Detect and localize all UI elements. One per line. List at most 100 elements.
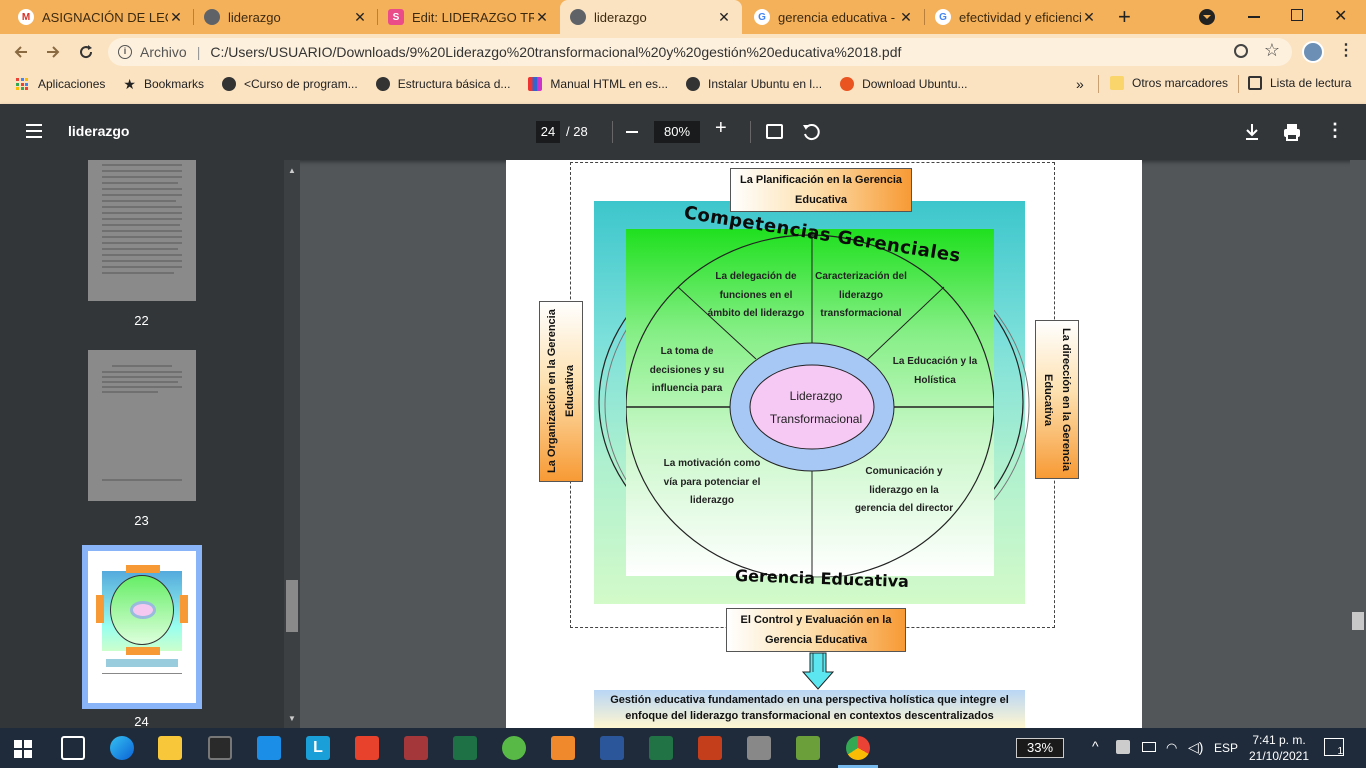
close-icon[interactable]: ✕ — [1081, 9, 1097, 26]
restore-icon[interactable] — [1291, 9, 1303, 21]
thumbnail-page-23[interactable] — [88, 350, 196, 501]
segment-line: liderazgo en la — [869, 484, 939, 496]
address-bar[interactable]: i Archivo | C:/Users/USUARIO/Downloads/9… — [108, 38, 1292, 66]
bookmark-estructura[interactable]: Estructura básica d... — [375, 77, 510, 91]
scroll-up-icon[interactable]: ▲ — [288, 166, 296, 175]
tab-gerencia-educativa[interactable]: G gerencia educativa - B ✕ — [744, 0, 924, 34]
tab-title: ASIGNACIÓN DE LECT — [42, 9, 168, 25]
segment-line: ámbito del liderazgo — [707, 308, 805, 319]
bookmark-manual-html[interactable]: Manual HTML en es... — [528, 77, 668, 91]
publisher-icon[interactable] — [649, 736, 673, 760]
tab-liderazgo-active[interactable]: liderazgo ✕ — [560, 0, 742, 34]
center-line: Liderazgo — [789, 389, 843, 403]
close-window-icon[interactable]: ✕ — [1334, 6, 1347, 26]
tab-title: gerencia educativa - B — [778, 9, 898, 25]
bookmark-download-ubuntu[interactable]: Download Ubuntu... — [840, 77, 968, 91]
segment-line: liderazgo — [690, 495, 734, 506]
bookmark-apps[interactable]: Aplicaciones — [16, 77, 105, 91]
excel-icon[interactable] — [453, 736, 477, 760]
office-icon[interactable] — [355, 736, 379, 760]
task-view-icon[interactable] — [61, 736, 85, 760]
more-options-icon[interactable]: ⋮ — [1326, 120, 1344, 141]
scroll-thumb[interactable] — [286, 580, 298, 632]
star-icon[interactable]: ☆ — [1264, 40, 1280, 61]
star-icon: ★ — [123, 75, 136, 92]
bookmarks-overflow[interactable]: » — [1076, 76, 1084, 92]
edge-icon[interactable] — [110, 736, 134, 760]
bookmark-bookmarks[interactable]: ★ Bookmarks — [123, 76, 204, 93]
bookmark-instalar-ubuntu[interactable]: Instalar Ubuntu en l... — [686, 77, 822, 91]
sidebar-menu-icon[interactable] — [26, 124, 42, 138]
page-number-input[interactable]: 24 — [536, 121, 560, 143]
powerpoint-icon[interactable] — [698, 736, 722, 760]
minimize-icon[interactable] — [1248, 16, 1260, 18]
tab-search-icon[interactable] — [1199, 9, 1215, 25]
access-icon[interactable] — [404, 736, 428, 760]
new-tab-button[interactable]: + — [1118, 4, 1131, 30]
app-green-icon[interactable] — [502, 736, 526, 760]
scribd-icon: S — [388, 9, 404, 25]
tab-edit-liderazgo[interactable]: S Edit: LIDERAZGO TRAN ✕ — [378, 0, 560, 34]
zoom-out-icon[interactable] — [626, 131, 638, 133]
battery-indicator[interactable]: 33% — [1016, 738, 1064, 758]
project-icon[interactable] — [796, 736, 820, 760]
chevron-up-icon[interactable]: ^ — [1092, 738, 1099, 754]
segment-line: liderazgo — [839, 289, 883, 301]
zoom-icon[interactable] — [1234, 44, 1248, 58]
app-l-icon[interactable]: L — [306, 736, 330, 760]
mail-icon[interactable] — [257, 736, 281, 760]
chrome-icon[interactable] — [846, 736, 870, 760]
sidebar-scrollbar[interactable]: ▲ ▼ — [284, 160, 300, 728]
dropbox-icon[interactable] — [1116, 740, 1130, 754]
reading-list[interactable]: Lista de lectura — [1248, 76, 1351, 90]
close-icon[interactable]: ✕ — [168, 9, 184, 26]
word-icon[interactable] — [600, 736, 624, 760]
close-icon[interactable]: ✕ — [898, 9, 914, 26]
menu-icon[interactable]: ⋮ — [1338, 40, 1354, 60]
zoom-in-icon[interactable]: + — [715, 117, 727, 140]
print-icon[interactable] — [1282, 122, 1302, 142]
battery-icon[interactable] — [1142, 742, 1156, 752]
download-icon[interactable] — [1243, 122, 1261, 142]
thumbnail-page-22[interactable] — [88, 160, 196, 301]
scroll-thumb[interactable] — [1352, 612, 1364, 630]
main-scrollbar[interactable] — [1350, 160, 1366, 728]
tab-liderazgo-1[interactable]: liderazgo ✕ — [194, 0, 378, 34]
thumbnail-page-24-selected[interactable] — [82, 545, 202, 709]
zoom-input[interactable]: 80% — [654, 121, 700, 143]
globe-icon — [570, 9, 586, 25]
address-prefix: Archivo — [140, 44, 187, 60]
camera-icon[interactable] — [747, 736, 771, 760]
file-explorer-icon[interactable] — [158, 736, 182, 760]
windows-start-icon[interactable] — [14, 740, 32, 758]
reload-icon[interactable] — [77, 43, 95, 61]
wifi-icon[interactable]: ◠ — [1166, 740, 1177, 756]
notifications-icon[interactable]: 1 — [1324, 738, 1344, 757]
tab-efectividad[interactable]: G efectividad y eficiencia ✕ — [925, 0, 1107, 34]
clock[interactable]: 7:41 p. m. 21/10/2021 — [1244, 732, 1314, 764]
back-icon[interactable] — [12, 43, 30, 61]
thumbnail-label: 22 — [134, 313, 149, 328]
other-bookmarks[interactable]: Otros marcadores — [1110, 76, 1228, 90]
rotate-icon[interactable] — [801, 122, 821, 142]
segment-line: vía para potenciar el — [663, 476, 761, 488]
store-icon[interactable] — [208, 736, 232, 760]
close-icon[interactable]: ✕ — [352, 9, 368, 26]
scroll-down-icon[interactable]: ▼ — [288, 714, 296, 723]
box-label: La dirección en la Gerencia Educativa — [1042, 327, 1072, 472]
tab-gmail[interactable]: M ASIGNACIÓN DE LECT ✕ — [8, 0, 194, 34]
segment-educacion-holistica: La Educación y la Holística — [884, 353, 986, 387]
center-line: Transformacional — [769, 412, 863, 426]
info-icon[interactable]: i — [118, 45, 132, 59]
language-indicator[interactable]: ESP — [1214, 741, 1238, 755]
forward-icon[interactable] — [44, 43, 62, 61]
bookmark-curso[interactable]: <Curso de program... — [221, 77, 358, 91]
bookmark-label: Aplicaciones — [38, 77, 106, 91]
fit-page-icon[interactable] — [766, 124, 783, 139]
avatar[interactable] — [1302, 41, 1324, 63]
volume-icon[interactable]: ◁) — [1188, 739, 1203, 756]
close-icon[interactable]: ✕ — [716, 9, 732, 26]
xampp-icon[interactable] — [551, 736, 575, 760]
close-icon[interactable]: ✕ — [534, 9, 550, 26]
thumbnail-page — [88, 551, 196, 703]
